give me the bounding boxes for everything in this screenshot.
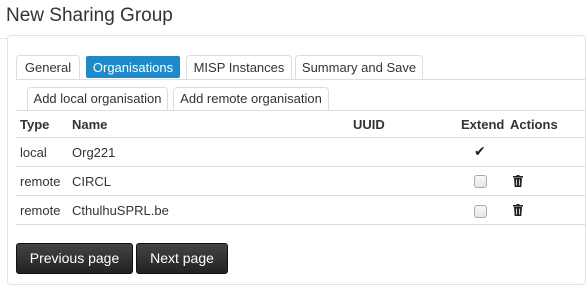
row-type: remote [20, 174, 61, 189]
row-type: local [20, 145, 47, 160]
column-header-name: Name [72, 117, 108, 132]
tabs-divider [16, 79, 586, 80]
next-page-button[interactable]: Next page [136, 243, 228, 274]
checkmark-icon: ✔ [474, 143, 486, 159]
extend-checkbox[interactable] [474, 205, 487, 218]
tab-organisations[interactable]: Organisations [86, 56, 180, 78]
subtabs-divider [16, 110, 586, 111]
column-header-extend: Extend [461, 117, 505, 132]
trash-icon[interactable] [513, 204, 523, 216]
add-remote-organisation-tab[interactable]: Add remote organisation [173, 87, 329, 111]
page-title: New Sharing Group [6, 5, 173, 26]
row-name: Org221 [72, 145, 116, 160]
table-bottom-border [16, 224, 586, 225]
tab-misp-instances[interactable]: MISP Instances [186, 55, 292, 80]
tab-summary-and-save[interactable]: Summary and Save [295, 55, 423, 80]
column-header-actions: Actions [510, 117, 558, 132]
table-row: local Org221 ✔ [16, 137, 586, 166]
trash-icon[interactable] [513, 175, 523, 187]
row-name: CthulhuSPRL.be [72, 203, 169, 218]
column-header-uuid: UUID [353, 117, 385, 132]
column-header-type: Type [20, 117, 50, 132]
tab-general[interactable]: General [16, 55, 80, 80]
extend-checkbox[interactable] [474, 175, 487, 188]
add-local-organisation-tab[interactable]: Add local organisation [27, 87, 168, 111]
row-type: remote [20, 203, 61, 218]
row-name: CIRCL [72, 174, 112, 189]
table-row: remote CthulhuSPRL.be [16, 195, 586, 224]
table-row: remote CIRCL [16, 166, 586, 195]
previous-page-button[interactable]: Previous page [16, 243, 133, 274]
